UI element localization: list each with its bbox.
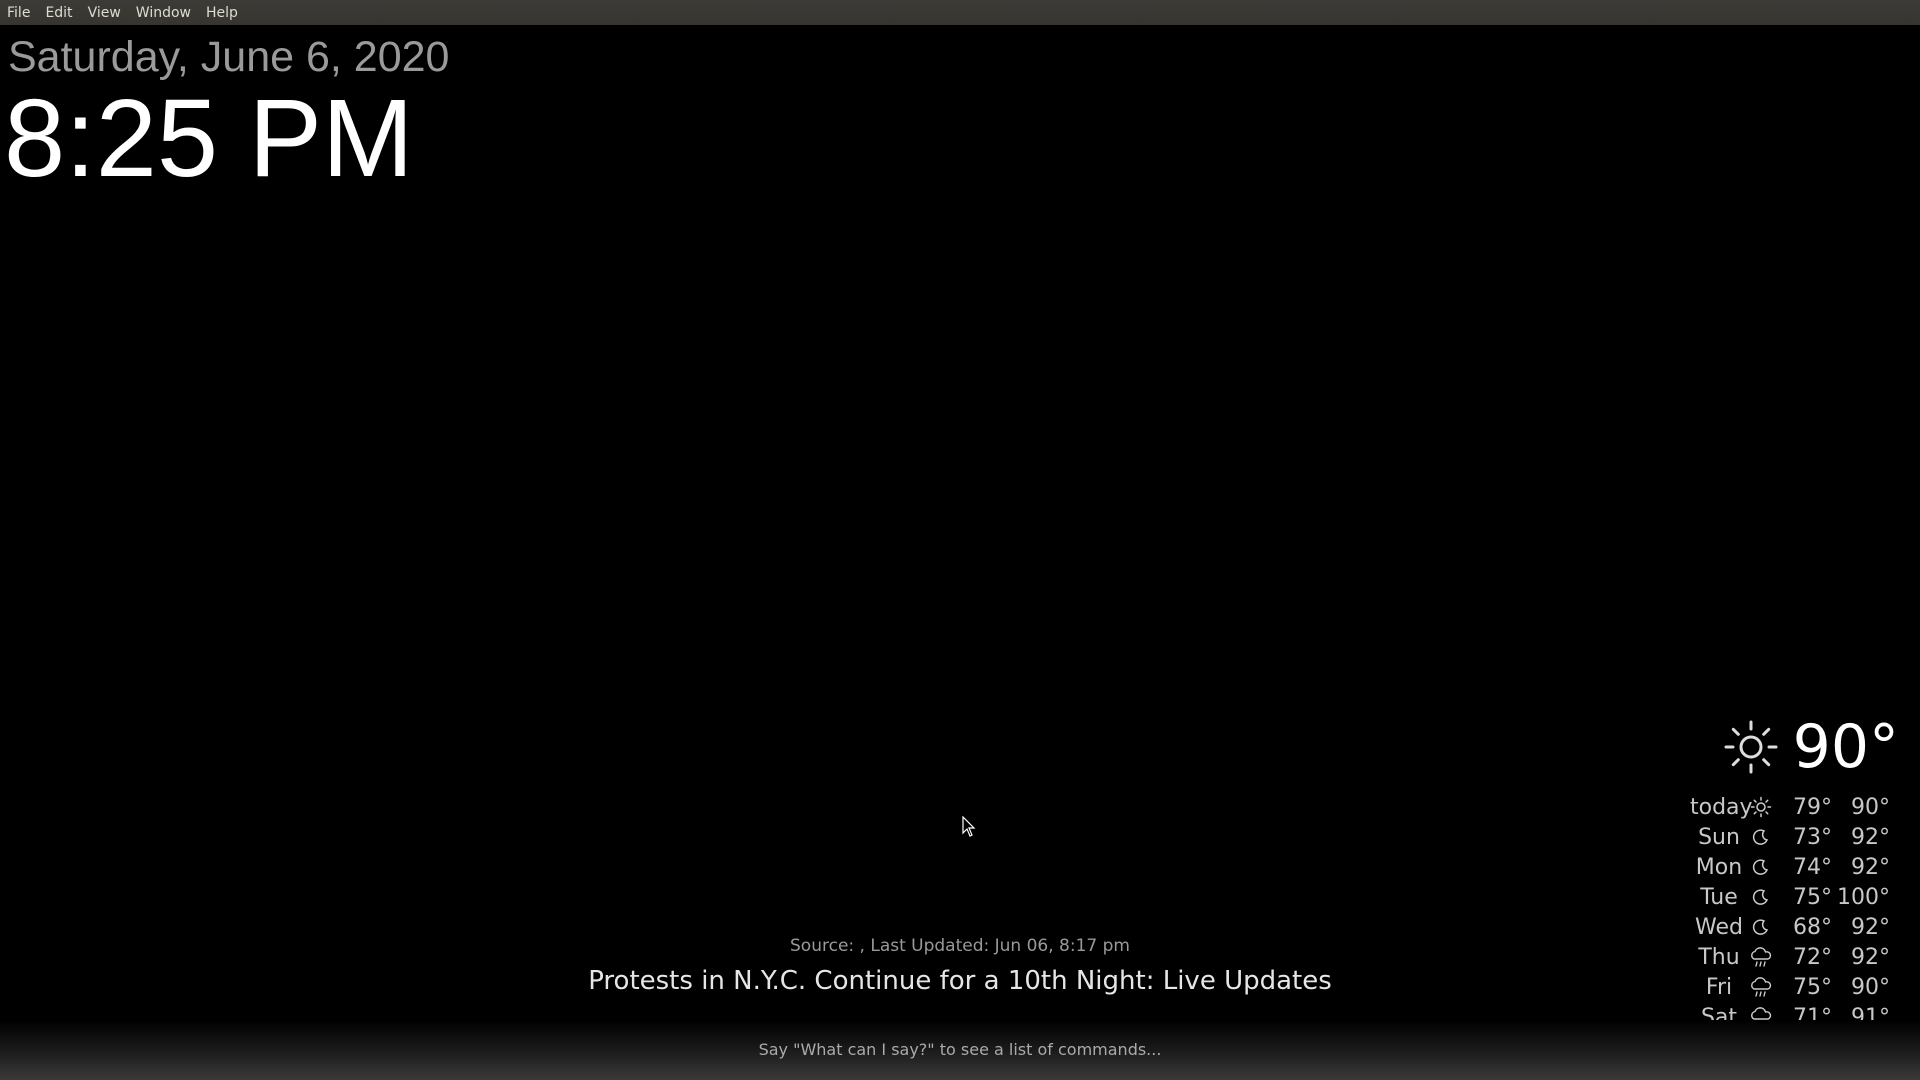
current-temperature: 90°: [1792, 712, 1899, 782]
forecast-day: Mon: [1695, 854, 1743, 880]
forecast-list: today 79° 90° Sun 73° 92° Mon 74° 92° Tue 75° 100° W…: [1690, 792, 1904, 1032]
forecast-low: 73°: [1793, 824, 1832, 850]
forecast-high: 90°: [1851, 794, 1890, 820]
forecast-high: 92°: [1851, 824, 1890, 850]
moon-icon: [1748, 824, 1774, 850]
news-headline[interactable]: Protests in N.Y.C. Continue for a 10th N…: [0, 966, 1920, 996]
forecast-day: Sun: [1698, 824, 1740, 850]
moon-icon: [1748, 884, 1774, 910]
moon-icon: [1748, 854, 1774, 880]
menu-help[interactable]: Help: [201, 5, 243, 21]
forecast-row: today 79° 90°: [1690, 792, 1904, 822]
forecast-row: Tue 75° 100°: [1690, 882, 1904, 912]
mouse-cursor-icon: [962, 816, 976, 837]
forecast-row: Mon 74° 92°: [1690, 852, 1904, 882]
forecast-low: 75°: [1793, 884, 1832, 910]
forecast-day: Tue: [1700, 884, 1738, 910]
forecast-high: 100°: [1837, 884, 1890, 910]
news-source: Source: , Last Updated: Jun 06, 8:17 pm: [790, 936, 1130, 956]
clock-time: 8:25 PM: [4, 77, 414, 200]
current-weather: 90°: [1723, 712, 1899, 782]
forecast-row: Sun 73° 92°: [1690, 822, 1904, 852]
menu-bar: File Edit View Window Help: [0, 0, 1920, 25]
sun-icon: [1748, 794, 1774, 820]
sun-icon: [1724, 720, 1778, 774]
forecast-low: 74°: [1793, 854, 1832, 880]
forecast-day: today: [1690, 794, 1753, 820]
forecast-low: 79°: [1793, 794, 1832, 820]
menu-window[interactable]: Window: [131, 5, 196, 21]
menu-edit[interactable]: Edit: [40, 5, 77, 21]
voice-hint: Say "What can I say?" to see a list of c…: [758, 1040, 1162, 1059]
forecast-high: 92°: [1851, 854, 1890, 880]
menu-file[interactable]: File: [2, 5, 35, 21]
clock-date: Saturday, June 6, 2020: [8, 33, 450, 81]
menu-view[interactable]: View: [83, 5, 126, 21]
